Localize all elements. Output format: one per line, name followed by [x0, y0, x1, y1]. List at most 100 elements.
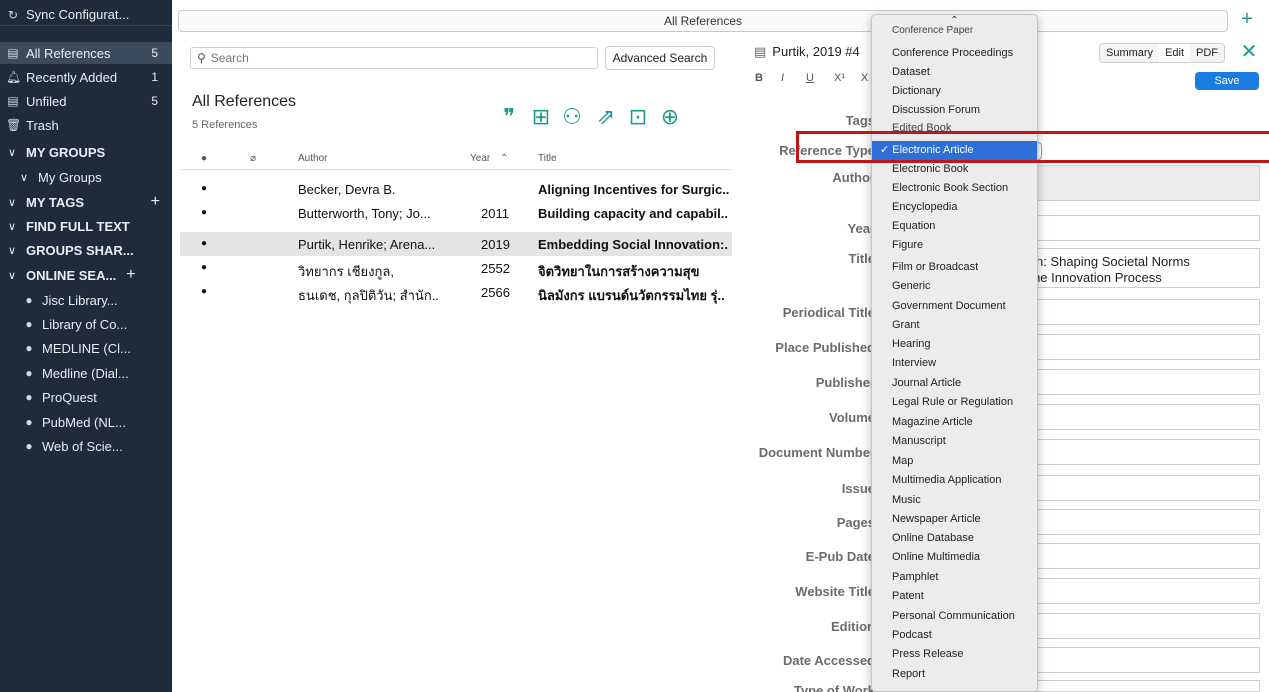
- table-row[interactable]: ● Becker, Devra B. Aligning Incentives f…: [180, 177, 732, 201]
- tab-summary[interactable]: Summary: [1100, 44, 1160, 62]
- table-row[interactable]: ● ธนเดช, กุลปิติวัน; สำนัก... 2566 นิลมั…: [180, 280, 732, 304]
- dropdown-item[interactable]: Figure: [872, 236, 1037, 255]
- subscript-button[interactable]: X: [861, 72, 868, 84]
- column-title[interactable]: Title: [538, 153, 557, 164]
- sort-ascending-icon[interactable]: ⌃: [500, 153, 508, 164]
- dropdown-item[interactable]: Online Database: [872, 529, 1037, 548]
- dropdown-item[interactable]: Generic: [872, 277, 1037, 296]
- dropdown-item[interactable]: Music: [872, 491, 1037, 510]
- library-item[interactable]: ● PubMed (NL...: [0, 411, 172, 433]
- section-my-groups-child[interactable]: ∨ My Groups: [0, 166, 172, 188]
- tab-edit[interactable]: Edit: [1159, 44, 1191, 62]
- search-box[interactable]: ⚲: [190, 47, 598, 69]
- type-of-work-field[interactable]: [1012, 680, 1260, 692]
- author-field[interactable]: [1012, 165, 1260, 201]
- dropdown-item[interactable]: Multimedia Application: [872, 471, 1037, 490]
- dropdown-item[interactable]: Pamphlet: [872, 568, 1037, 587]
- dropdown-item[interactable]: Podcast: [872, 626, 1037, 645]
- add-tag-icon[interactable]: +: [151, 193, 160, 211]
- dropdown-item[interactable]: Encyclopedia: [872, 198, 1037, 217]
- attachment-icon[interactable]: ⌀: [250, 153, 256, 164]
- place-published-field[interactable]: [1012, 334, 1260, 360]
- dropdown-item[interactable]: Legal Rule or Regulation: [872, 393, 1037, 412]
- library-item[interactable]: ● Medline (Dial...: [0, 362, 172, 384]
- dropdown-item[interactable]: Electronic Book Section: [872, 179, 1037, 198]
- search-input[interactable]: [210, 51, 571, 65]
- close-icon[interactable]: ✕: [1239, 41, 1259, 63]
- dropdown-item[interactable]: Equation: [872, 217, 1037, 236]
- dropdown-item[interactable]: Map: [872, 452, 1037, 471]
- library-item[interactable]: ● Web of Scie...: [0, 435, 172, 457]
- column-year[interactable]: Year: [470, 153, 490, 164]
- dropdown-item[interactable]: Hearing: [872, 335, 1037, 354]
- dropdown-item[interactable]: Press Release: [872, 645, 1037, 664]
- bold-button[interactable]: B: [755, 72, 763, 84]
- sync-configuration-item[interactable]: ↻ Sync Configurat...: [0, 4, 172, 26]
- volume-field[interactable]: [1012, 404, 1260, 430]
- save-button[interactable]: Save: [1195, 72, 1259, 90]
- table-row[interactable]: ● Butterworth, Tony; Jo... 2011 Building…: [180, 201, 732, 225]
- dropdown-item[interactable]: Report: [872, 665, 1037, 684]
- column-author[interactable]: Author: [298, 153, 327, 164]
- date-accessed-field[interactable]: [1012, 647, 1260, 673]
- sidebar-item-trash[interactable]: 🗑︎ Trash: [0, 114, 172, 136]
- publisher-field[interactable]: [1012, 369, 1260, 395]
- tab-pdf[interactable]: PDF: [1190, 44, 1225, 62]
- dropdown-item[interactable]: Interview: [872, 354, 1037, 373]
- dropdown-item[interactable]: Dataset: [872, 63, 1037, 82]
- dropdown-item[interactable]: Discussion Forum: [872, 101, 1037, 120]
- row-year: 2019: [481, 237, 510, 252]
- dropdown-item[interactable]: Dictionary: [872, 82, 1037, 101]
- section-find-full-text[interactable]: ∨ FIND FULL TEXT: [0, 215, 172, 237]
- add-reference-icon[interactable]: +: [1236, 8, 1258, 32]
- table-row[interactable]: ● Purtik, Henrike; Arena... 2019 Embeddi…: [180, 232, 732, 256]
- sidebar-item-unfiled[interactable]: ▤ Unfiled 5: [0, 90, 172, 112]
- library-item[interactable]: ● MEDLINE (Cl...: [0, 337, 172, 359]
- reference-type-dropdown[interactable]: ⌃ Conference Paper Conference Proceeding…: [871, 14, 1038, 692]
- sidebar-item-label: Recently Added: [26, 69, 118, 85]
- issue-field[interactable]: [1012, 475, 1260, 501]
- dropdown-item[interactable]: Magazine Article: [872, 413, 1037, 432]
- dropdown-item[interactable]: Manuscript: [872, 432, 1037, 451]
- share-group-icon[interactable]: ⚇: [559, 104, 585, 130]
- find-pdf-icon[interactable]: ⊡: [625, 104, 651, 130]
- year-field[interactable]: [1012, 215, 1260, 241]
- italic-button[interactable]: I: [781, 72, 784, 84]
- add-to-group-icon[interactable]: ⊞: [528, 104, 554, 130]
- section-my-groups[interactable]: ∨ MY GROUPS: [0, 141, 172, 163]
- library-item[interactable]: ● Jisc Library...: [0, 289, 172, 311]
- export-icon[interactable]: ⇗: [593, 104, 619, 130]
- section-my-tags[interactable]: ∨ MY TAGS +: [0, 191, 172, 213]
- add-online-search-icon[interactable]: +: [126, 266, 135, 284]
- dropdown-item[interactable]: Film or Broadcast: [872, 258, 1037, 277]
- underline-button[interactable]: U: [806, 72, 814, 84]
- document-number-field[interactable]: [1012, 439, 1260, 465]
- read-status-icon[interactable]: ●: [201, 153, 207, 164]
- dropdown-item[interactable]: Government Document: [872, 297, 1037, 316]
- section-groups-shared[interactable]: ∨ GROUPS SHAR...: [0, 239, 172, 261]
- online-search-icon[interactable]: ⊕: [657, 104, 683, 130]
- library-item[interactable]: ● ProQuest: [0, 386, 172, 408]
- table-row[interactable]: ● วิทยากร เชียงกูล, 2552 จิตวิทยาในการสร…: [180, 256, 732, 280]
- periodical-title-field[interactable]: [1012, 299, 1260, 325]
- dropdown-item[interactable]: Grant: [872, 316, 1037, 335]
- library-item[interactable]: ● Library of Co...: [0, 313, 172, 335]
- dropdown-item[interactable]: Online Multimedia: [872, 548, 1037, 567]
- dropdown-item[interactable]: Conference Proceedings: [872, 44, 1037, 63]
- advanced-search-button[interactable]: Advanced Search: [605, 46, 715, 70]
- dropdown-item[interactable]: Journal Article: [872, 374, 1037, 393]
- sidebar-item-recently-added[interactable]: 🔔︎ Recently Added 1: [0, 66, 172, 88]
- epub-date-field[interactable]: [1012, 543, 1260, 569]
- insert-citation-icon[interactable]: ❞: [496, 104, 522, 130]
- sidebar-item-all-references[interactable]: ▤ All References 5: [0, 42, 172, 64]
- dropdown-item[interactable]: Personal Communication: [872, 607, 1037, 626]
- section-online-search[interactable]: ∨ ONLINE SEA... +: [0, 264, 172, 286]
- superscript-button[interactable]: X¹: [834, 72, 845, 84]
- label-publisher: Publisher: [815, 375, 875, 390]
- dropdown-item[interactable]: Patent: [872, 587, 1037, 606]
- website-title-field[interactable]: [1012, 578, 1260, 604]
- pages-field[interactable]: [1012, 509, 1260, 535]
- dropdown-item[interactable]: Conference Paper: [872, 21, 1037, 40]
- edition-field[interactable]: [1012, 613, 1260, 639]
- dropdown-item[interactable]: Newspaper Article: [872, 510, 1037, 529]
